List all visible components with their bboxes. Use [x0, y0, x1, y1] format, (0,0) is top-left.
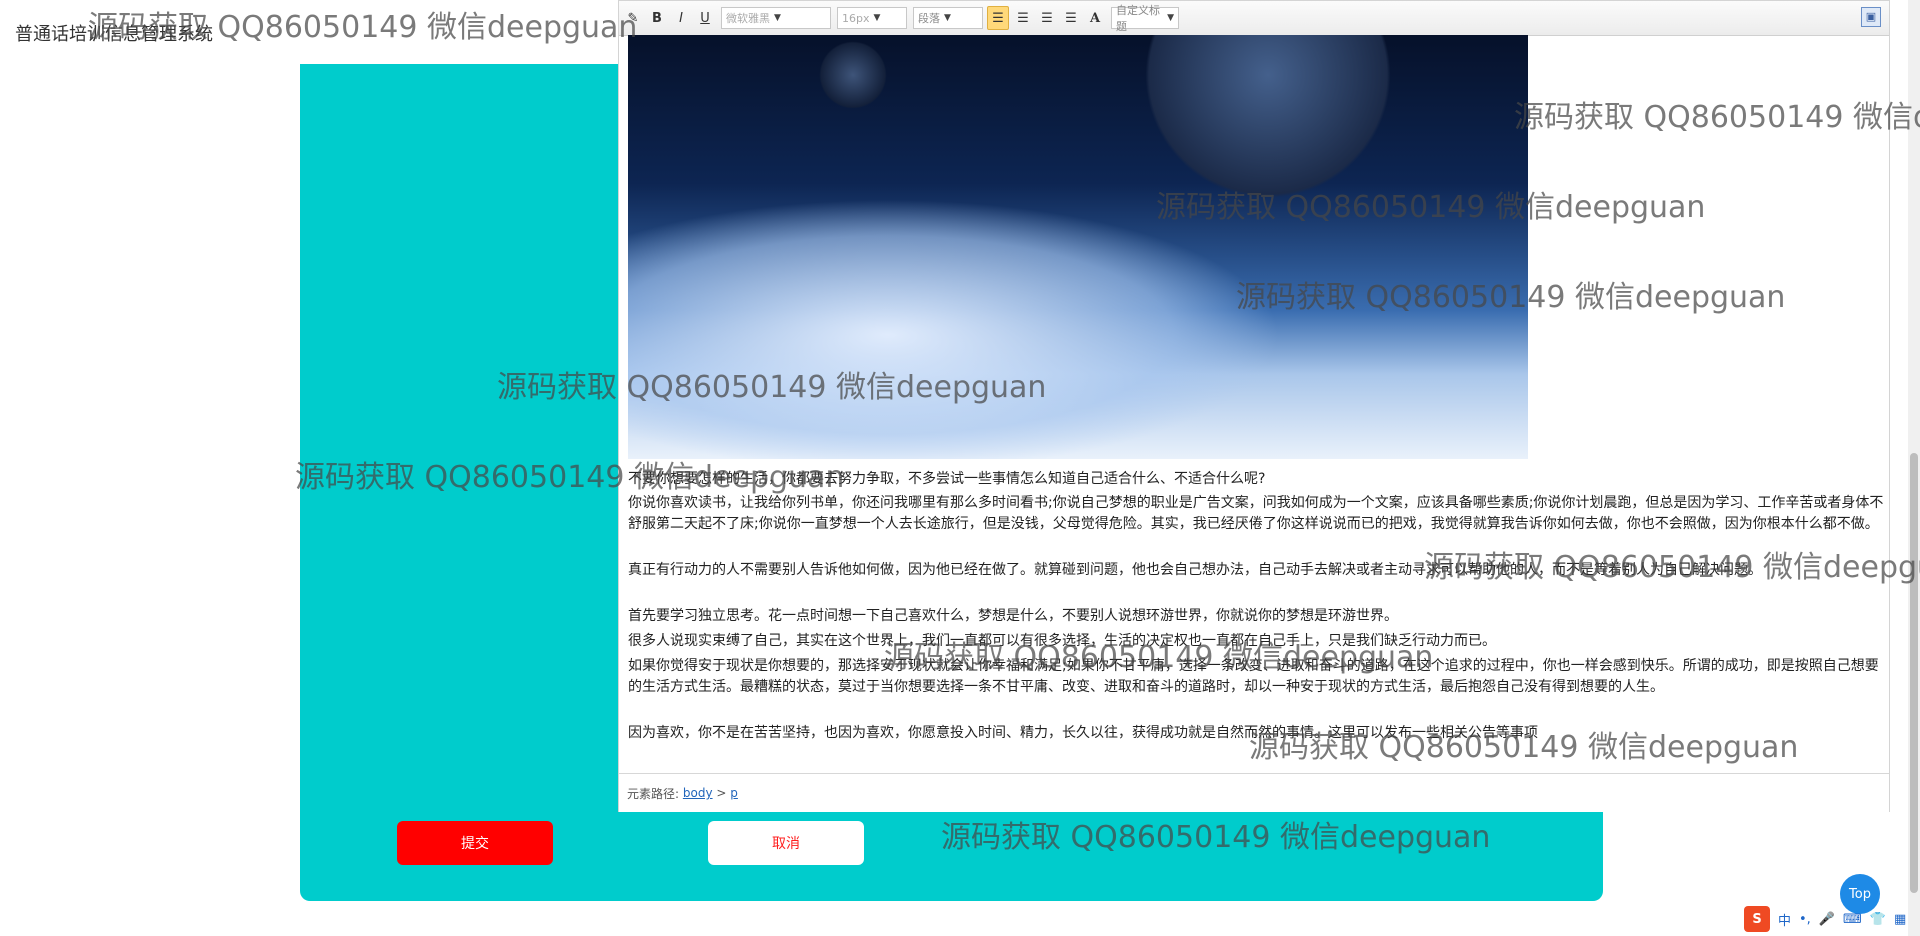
custom-title-select[interactable]: 自定义标题 ▼ — [1111, 4, 1179, 33]
align-justify-icon[interactable]: ☰ — [1061, 7, 1081, 29]
font-family-select[interactable]: 微软雅黑 ▼ — [721, 7, 831, 29]
font-color-button[interactable]: A — [1085, 7, 1105, 29]
paragraph-value: 段落 — [918, 12, 940, 25]
bold-button[interactable]: B — [647, 7, 667, 29]
chevron-down-icon: ▼ — [774, 13, 781, 23]
align-center-icon[interactable]: ☰ — [1037, 7, 1057, 29]
keyboard-icon[interactable]: ⌨ — [1843, 912, 1862, 927]
ime-toolbar: S 中 •, 🎤 ⌨ 👕 ▦ — [1744, 906, 1906, 932]
path-separator: > — [716, 786, 727, 800]
align-right-icon[interactable]: ☰ — [1013, 7, 1033, 29]
italic-button[interactable]: I — [671, 7, 691, 29]
microphone-icon[interactable]: 🎤 — [1819, 912, 1835, 927]
format-painter-icon[interactable]: ✎ — [623, 7, 643, 29]
font-size-value: 16px — [842, 11, 870, 25]
font-size-select[interactable]: 16px ▼ — [837, 7, 907, 29]
rich-text-editor[interactable]: ✎ B I U 微软雅黑 ▼ 16px ▼ 段落 ▼ ☰ ☰ ☰ ☰ A 自定义标题 ▼… — [618, 0, 1890, 812]
cancel-button[interactable]: 取消 — [708, 821, 864, 865]
element-path-label: 元素路径: — [627, 786, 680, 801]
fullscreen-editor-icon[interactable]: ▣ — [1861, 7, 1881, 27]
grid-menu-icon[interactable]: ▦ — [1894, 912, 1906, 927]
content-paragraph: 因为喜欢，你不是在苦苦坚持，也因为喜欢，你愿意投入时间、精力，长久以往，获得成功… — [628, 725, 1538, 741]
chevron-down-icon: ▼ — [944, 13, 951, 23]
space-planet-image — [628, 35, 1528, 459]
ime-lang-toggle[interactable]: 中 — [1778, 910, 1791, 929]
font-family-value: 微软雅黑 — [726, 12, 770, 25]
page-scrollbar[interactable] — [1908, 0, 1920, 936]
chevron-down-icon: ▼ — [1167, 13, 1174, 23]
form-panel: ✎ B I U 微软雅黑 ▼ 16px ▼ 段落 ▼ ☰ ☰ ☰ ☰ A 自定义标题 ▼… — [300, 0, 1890, 901]
content-paragraph: 如果你觉得安于现状是你想要的，那选择安于现状就会让你幸福和满足;如果你不甘平庸，… — [628, 658, 1879, 695]
system-title: 普通话培训信息管理系统 — [15, 24, 213, 45]
content-paragraph: 真正有行动力的人不需要别人告诉他如何做，因为他已经在做了。就算碰到问题，他也会自… — [628, 562, 1762, 578]
editor-content[interactable]: 不要你想要怎样的生活，你都要去努力争取，不多尝试一些事情怎么知道自己适合什么、不… — [628, 469, 1884, 748]
content-paragraph: 首先要学习独立思考。花一点时间想一下自己喜欢什么，梦想是什么，不要别人说想环游世… — [628, 608, 1398, 624]
custom-title-value: 自定义标题 — [1116, 4, 1160, 33]
editor-toolbar: ✎ B I U 微软雅黑 ▼ 16px ▼ 段落 ▼ ☰ ☰ ☰ ☰ A 自定义标题 ▼… — [619, 1, 1889, 36]
content-paragraph: 你说你喜欢读书，让我给你列书单，你还问我哪里有那么多时间看书;你说自己梦想的职业… — [628, 495, 1884, 532]
path-p-link[interactable]: p — [730, 786, 738, 800]
chevron-down-icon: ▼ — [873, 13, 881, 23]
submit-button[interactable]: 提交 — [397, 821, 553, 865]
content-paragraph: 不要你想要怎样的生活，你都要去努力争取，不多尝试一些事情怎么知道自己适合什么、不… — [628, 471, 1266, 487]
paragraph-select[interactable]: 段落 ▼ — [913, 7, 983, 29]
skin-icon[interactable]: 👕 — [1870, 912, 1886, 927]
path-body-link[interactable]: body — [683, 786, 713, 800]
scrollbar-thumb[interactable] — [1910, 453, 1918, 893]
ime-punct-toggle[interactable]: •, — [1799, 912, 1811, 927]
align-left-icon[interactable]: ☰ — [987, 6, 1009, 30]
element-path-bar: 元素路径: body > p — [619, 773, 1889, 812]
sogou-logo-icon[interactable]: S — [1744, 906, 1770, 932]
underline-button[interactable]: U — [695, 7, 715, 29]
content-paragraph: 很多人说现实束缚了自己，其实在这个世界上，我们一直都可以有很多选择，生活的决定权… — [628, 633, 1496, 649]
